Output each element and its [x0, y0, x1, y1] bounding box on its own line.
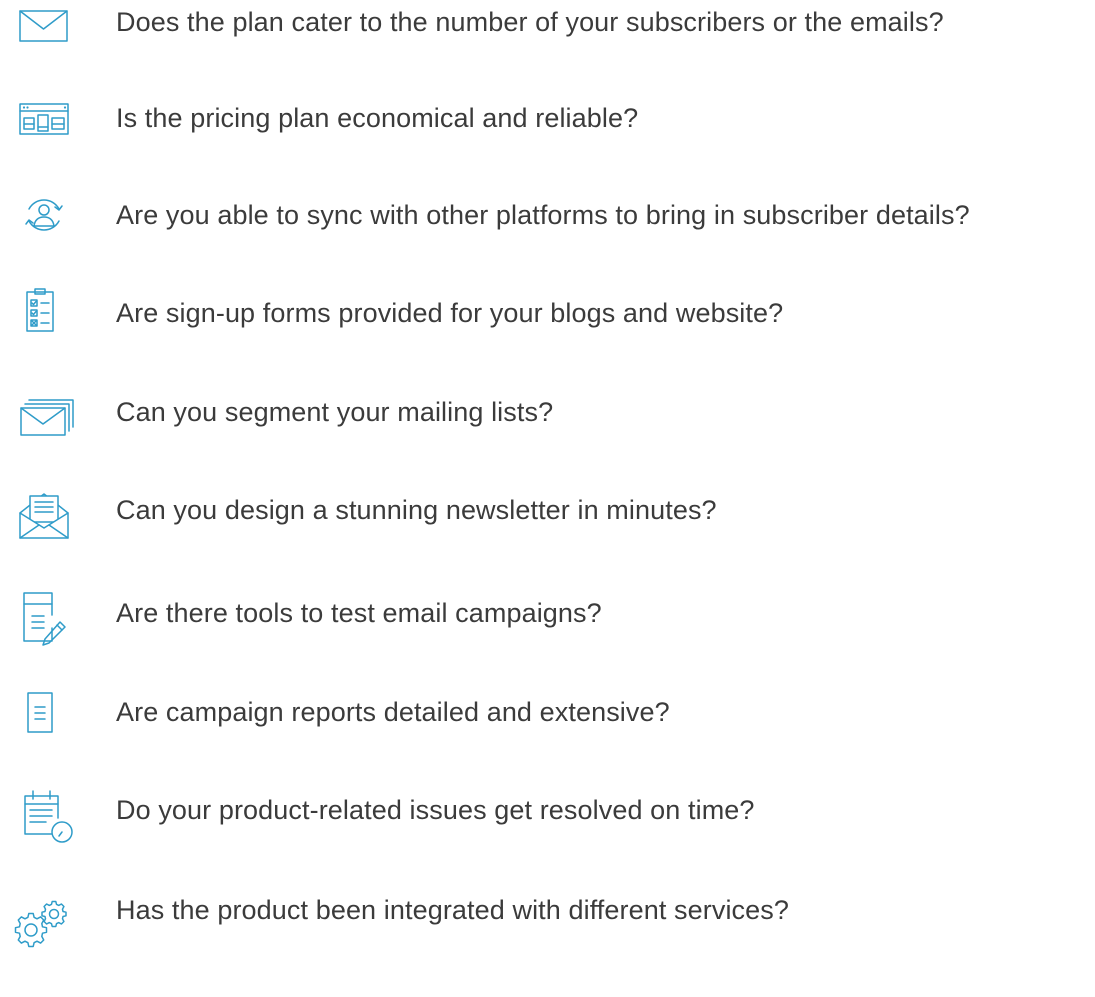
list-item: Can you segment your mailing lists?: [0, 382, 1095, 442]
envelope-icon: [14, 0, 74, 52]
gears-icon: [14, 880, 74, 948]
list-item: Are sign-up forms provided for your blog…: [0, 283, 1095, 343]
list-item: Does the plan cater to the number of you…: [0, 0, 1095, 52]
list-item: Has the product been integrated with dif…: [0, 880, 1095, 948]
user-sync-icon: [14, 185, 74, 245]
list-item-label: Are sign-up forms provided for your blog…: [116, 298, 784, 328]
document-edit-icon: [14, 583, 74, 646]
list-item-label: Are campaign reports detailed and extens…: [116, 697, 670, 727]
list-item-label: Can you segment your mailing lists?: [116, 397, 554, 427]
list-item: Are you able to sync with other platform…: [0, 185, 1095, 245]
list-item-label: Are there tools to test email campaigns?: [116, 598, 602, 628]
list-item-label: Do your product-related issues get resol…: [116, 795, 755, 825]
list-item: Do your product-related issues get resol…: [0, 780, 1095, 843]
signup-form-icon: [14, 283, 74, 343]
stacked-envelopes-icon: [14, 382, 74, 442]
list-item-label: Is the pricing plan economical and relia…: [116, 103, 639, 133]
newsletter-envelope-icon: [14, 480, 74, 540]
list-item: Are campaign reports detailed and extens…: [0, 682, 1095, 742]
list-item-label: Are you able to sync with other platform…: [116, 200, 970, 230]
report-document-icon: [14, 682, 74, 742]
list-item-label: Does the plan cater to the number of you…: [116, 7, 944, 37]
calendar-clock-icon: [14, 780, 74, 843]
list-item: Are there tools to test email campaigns?: [0, 583, 1095, 646]
pricing-window-icon: [14, 88, 74, 148]
list-item-label: Has the product been integrated with dif…: [116, 895, 789, 925]
list-item-label: Can you design a stunning newsletter in …: [116, 495, 717, 525]
list-item: Is the pricing plan economical and relia…: [0, 88, 1095, 148]
list-item: Can you design a stunning newsletter in …: [0, 480, 1095, 540]
feature-question-list: Does the plan cater to the number of you…: [0, 0, 1095, 997]
